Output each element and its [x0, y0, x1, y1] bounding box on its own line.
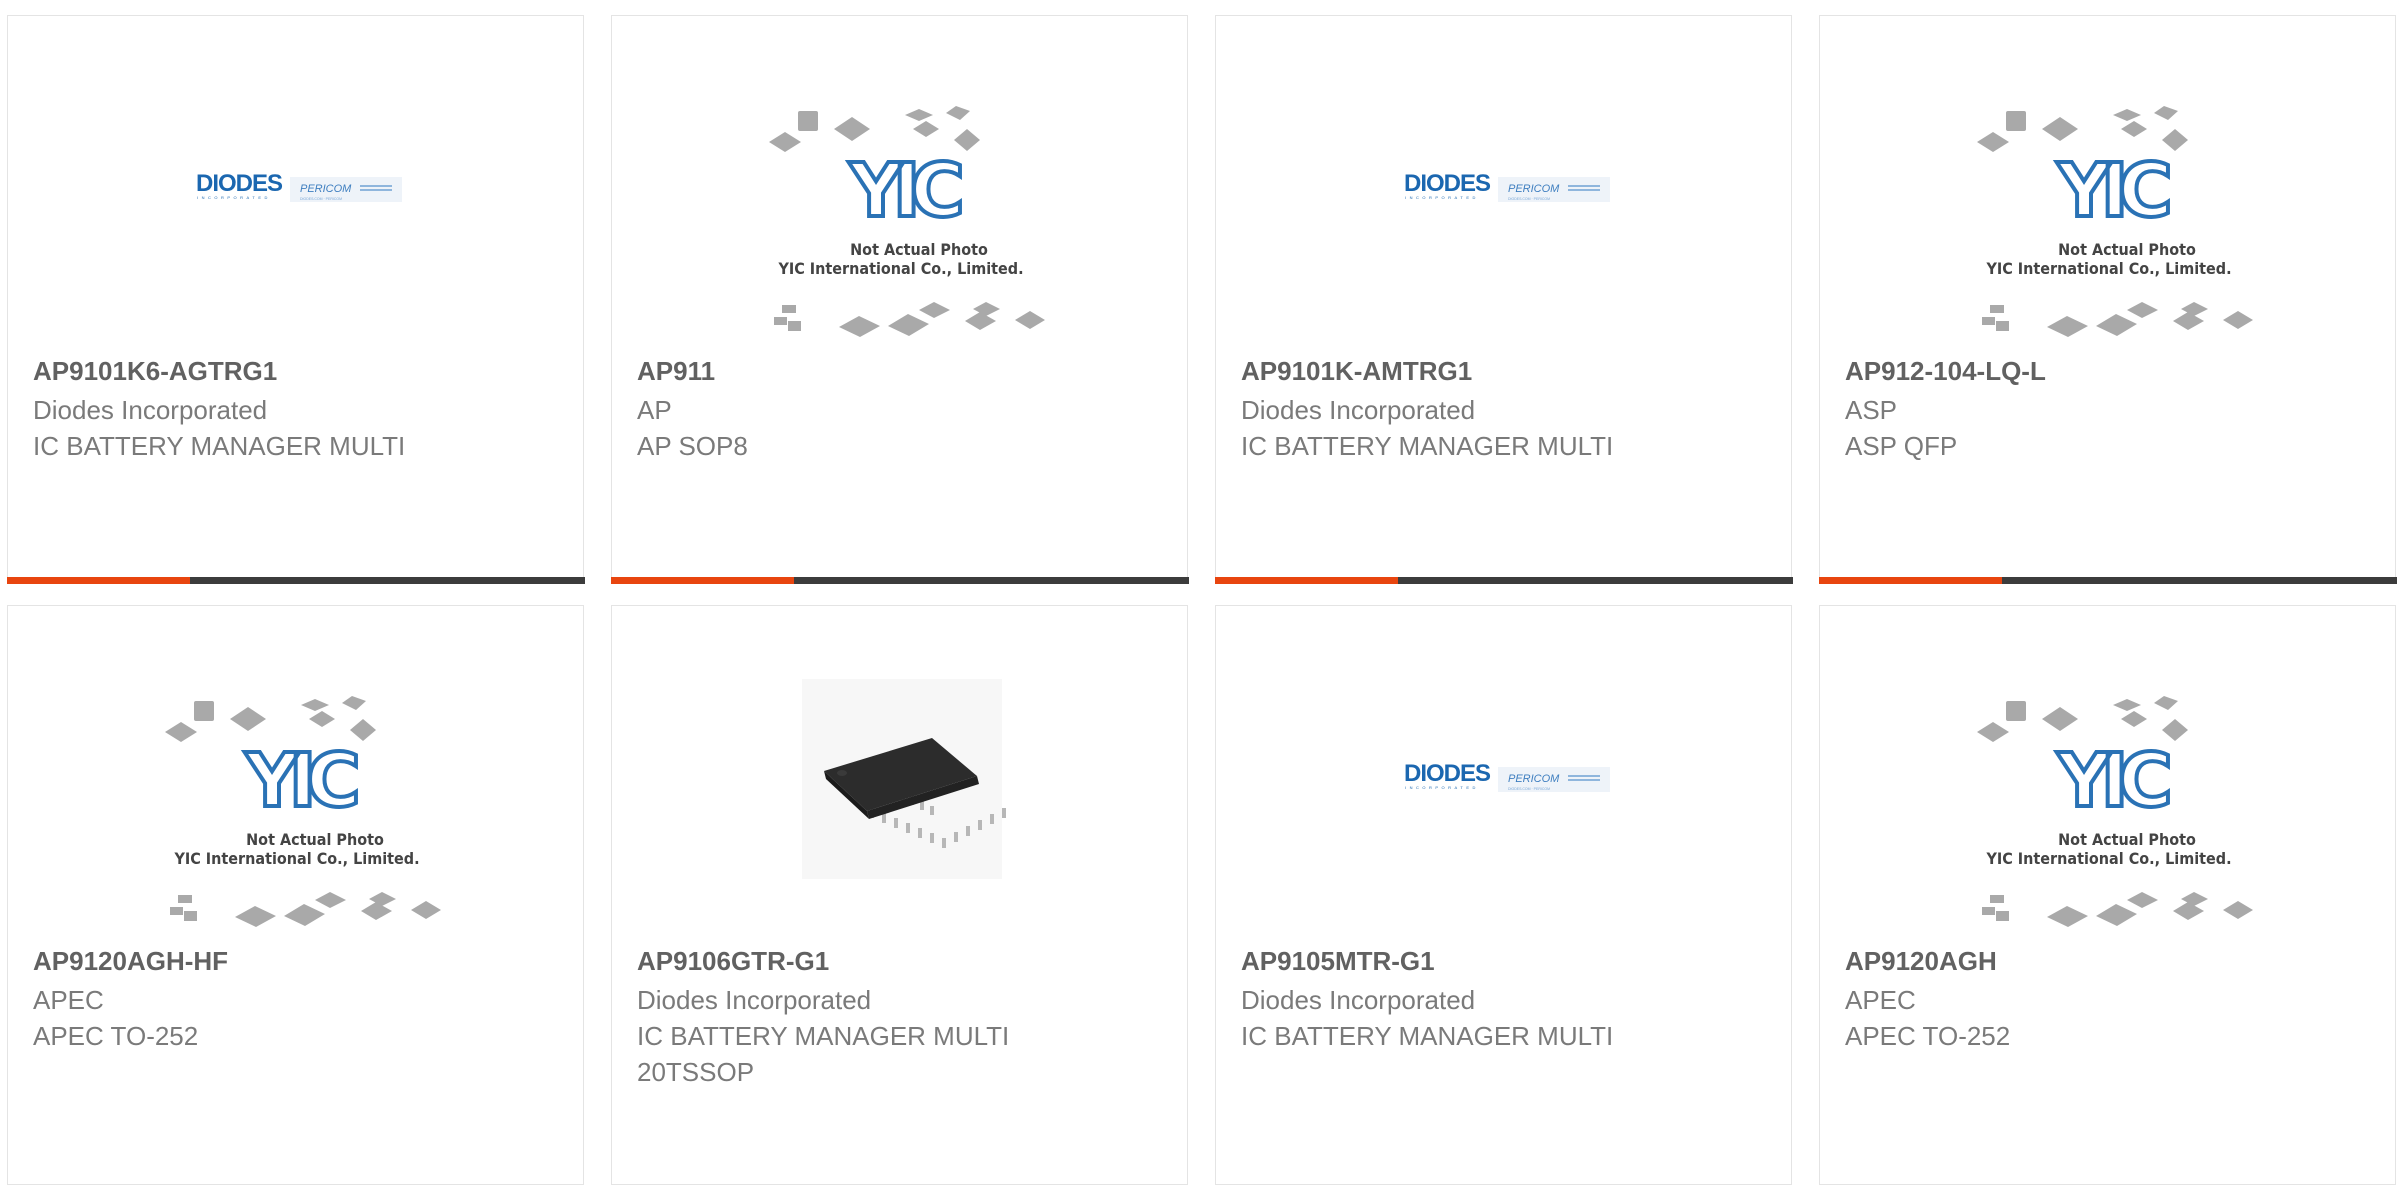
- part-number[interactable]: AP9120AGH-HF: [33, 946, 228, 977]
- description: IC BATTERY MANAGER MULTI: [1241, 1021, 1614, 1051]
- product-card[interactable]: YIC Not Actual Photo YIC International C…: [610, 15, 1189, 584]
- manufacturer: APEC: [33, 985, 104, 1015]
- card-bottom-bar: [1214, 576, 1793, 584]
- svg-text:YIC International Co., Limited: YIC International Co., Limited.: [1985, 259, 2231, 278]
- yic-not-actual-photo-placeholder: YIC Not Actual Photo YIC International C…: [1977, 696, 2253, 927]
- description: IC BATTERY MANAGER MULTI: [637, 1021, 1010, 1051]
- svg-text:DIODES.COM · PERICOM: DIODES.COM · PERICOM: [300, 197, 342, 201]
- yic-not-actual-photo-placeholder: YIC Not Actual Photo YIC International C…: [165, 696, 441, 927]
- tssop-chip-photo: [802, 679, 1006, 879]
- svg-text:YIC International Co., Limited: YIC International Co., Limited.: [173, 849, 419, 868]
- svg-text:INCORPORATED: INCORPORATED: [197, 195, 271, 200]
- yic-not-actual-photo-placeholder: YIC Not Actual Photo YIC International C…: [769, 106, 1045, 337]
- svg-text:YIC International Co., Limited: YIC International Co., Limited.: [1985, 849, 2231, 868]
- svg-text:PERICOM: PERICOM: [300, 183, 352, 195]
- description: AP SOP8: [637, 431, 748, 461]
- svg-text:Not Actual Photo: Not Actual Photo: [2058, 240, 2196, 259]
- product-card[interactable]: DIODES INCORPORATED PERICOM DIODES.COM ·…: [1214, 15, 1793, 584]
- manufacturer: AP: [637, 395, 672, 425]
- product-card[interactable]: YIC Not Actual Photo YIC International C…: [7, 605, 584, 1185]
- description: ASP QFP: [1845, 431, 1958, 461]
- diodes-pericom-logo: DIODES INCORPORATED PERICOM DIODES.COM ·…: [196, 170, 402, 202]
- product-card[interactable]: YIC Not Actual Photo YIC International C…: [1819, 605, 2396, 1185]
- card-accent-bar: [1818, 576, 2002, 584]
- part-number[interactable]: AP9101K6-AGTRG1: [33, 356, 277, 387]
- part-number[interactable]: AP9101K-AMTRG1: [1241, 356, 1472, 387]
- manufacturer: Diodes Incorporated: [1241, 985, 1476, 1015]
- svg-text:Not Actual Photo: Not Actual Photo: [850, 240, 988, 259]
- yic-not-actual-photo-placeholder: YIC Not Actual Photo YIC International C…: [1977, 106, 2253, 337]
- svg-text:DIODES: DIODES: [1404, 170, 1491, 197]
- product-card[interactable]: YIC Not Actual Photo YIC International C…: [1818, 15, 2397, 584]
- svg-text:Not Actual Photo: Not Actual Photo: [246, 830, 384, 849]
- product-image[interactable]: DIODES INCORPORATED PERICOM DIODES.COM ·…: [8, 16, 583, 356]
- product-image[interactable]: [612, 606, 1187, 946]
- product-image[interactable]: YIC Not Actual Photo YIC International C…: [8, 606, 583, 946]
- part-number[interactable]: AP9105MTR-G1: [1241, 946, 1435, 977]
- yic-logo: YIC: [2056, 148, 2168, 234]
- svg-text:INCORPORATED: INCORPORATED: [1405, 195, 1479, 200]
- card-bottom-bar: [6, 576, 585, 584]
- card-bottom-bar: [610, 576, 1189, 584]
- part-number[interactable]: AP912-104-LQ-L: [1845, 356, 2046, 387]
- product-image[interactable]: DIODES INCORPORATED PERICOM DIODES.COM ·…: [1216, 606, 1791, 946]
- yic-logo: YIC: [2056, 738, 2168, 824]
- manufacturer: ASP: [1845, 395, 1898, 425]
- card-accent-bar: [1214, 576, 1398, 584]
- product-image[interactable]: DIODES INCORPORATED PERICOM DIODES.COM ·…: [1216, 16, 1791, 356]
- card-accent-bar: [610, 576, 794, 584]
- yic-logo: YIC: [848, 148, 960, 234]
- manufacturer: Diodes Incorporated: [33, 395, 268, 425]
- manufacturer: APEC: [1845, 985, 1916, 1015]
- svg-text:DIODES.COM · PERICOM: DIODES.COM · PERICOM: [1508, 197, 1550, 201]
- diodes-pericom-logo: DIODES INCORPORATED PERICOM DIODES.COM ·…: [1404, 170, 1610, 202]
- product-image[interactable]: YIC Not Actual Photo YIC International C…: [612, 16, 1187, 356]
- svg-text:Not Actual Photo: Not Actual Photo: [2058, 830, 2196, 849]
- description: IC BATTERY MANAGER MULTI: [1241, 431, 1614, 461]
- product-card[interactable]: AP9106GTR-G1 Diodes Incorporated IC BATT…: [611, 605, 1188, 1185]
- part-number[interactable]: AP9120AGH: [1845, 946, 1997, 977]
- svg-text:YIC International Co., Limited: YIC International Co., Limited.: [777, 259, 1023, 278]
- svg-text:DIODES.COM · PERICOM: DIODES.COM · PERICOM: [1508, 787, 1550, 791]
- description: IC BATTERY MANAGER MULTI: [33, 431, 406, 461]
- product-image[interactable]: YIC Not Actual Photo YIC International C…: [1820, 606, 2395, 946]
- part-number[interactable]: AP9106GTR-G1: [637, 946, 829, 977]
- yic-logo: YIC: [244, 738, 356, 824]
- svg-text:DIODES: DIODES: [1404, 760, 1491, 787]
- part-number[interactable]: AP911: [637, 356, 715, 387]
- svg-text:DIODES: DIODES: [196, 170, 283, 197]
- card-bottom-bar: [1818, 576, 2397, 584]
- description: APEC TO-252: [1845, 1021, 2011, 1051]
- product-image[interactable]: YIC Not Actual Photo YIC International C…: [1820, 16, 2395, 356]
- svg-text:PERICOM: PERICOM: [1508, 183, 1560, 195]
- product-card[interactable]: DIODES INCORPORATED PERICOM DIODES.COM ·…: [1215, 605, 1792, 1185]
- manufacturer: Diodes Incorporated: [1241, 395, 1476, 425]
- manufacturer: Diodes Incorporated: [637, 985, 872, 1015]
- svg-text:PERICOM: PERICOM: [1508, 773, 1560, 785]
- svg-text:INCORPORATED: INCORPORATED: [1405, 785, 1479, 790]
- diodes-pericom-logo: DIODES INCORPORATED PERICOM DIODES.COM ·…: [1404, 760, 1610, 792]
- card-accent-bar: [6, 576, 190, 584]
- description-package: 20TSSOP: [637, 1057, 755, 1087]
- description: APEC TO-252: [33, 1021, 199, 1051]
- product-card[interactable]: DIODES INCORPORATED PERICOM DIODES.COM ·…: [6, 15, 585, 584]
